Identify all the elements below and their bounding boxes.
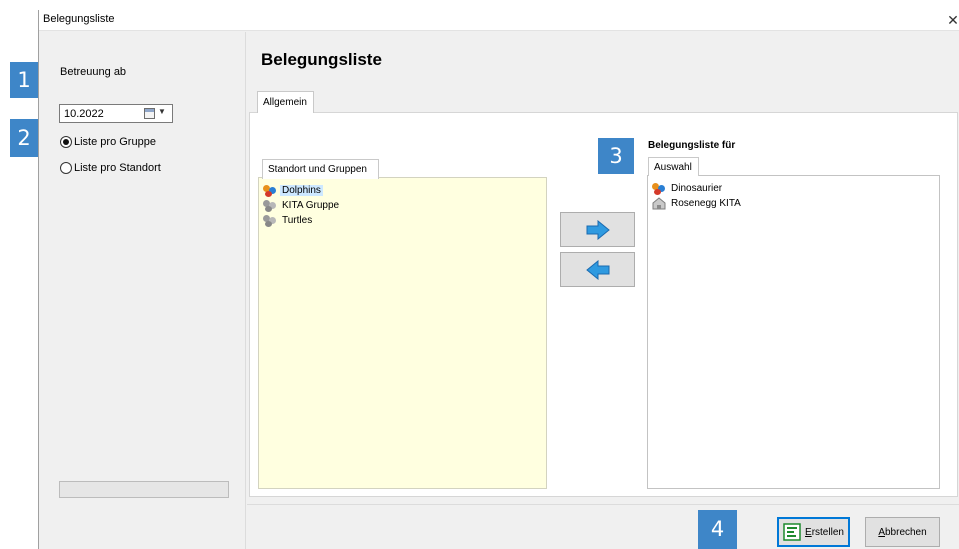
- location-house-icon: [652, 197, 666, 210]
- tab-auswahl[interactable]: Auswahl: [648, 157, 699, 176]
- list-item[interactable]: Turtles: [263, 213, 314, 228]
- dialog-window: Belegungsliste ✕ Betreuung ab 10.2022 ▼ …: [38, 10, 959, 549]
- group-gray-icon: [263, 214, 277, 227]
- radio-liste-pro-standort[interactable]: Liste pro Standort: [60, 162, 161, 174]
- list-item[interactable]: KITA Gruppe: [263, 198, 341, 213]
- group-gray-icon: [263, 199, 277, 212]
- radio-checked-icon[interactable]: [60, 136, 72, 148]
- cancel-button[interactable]: Abbrechen: [865, 517, 940, 547]
- badge-1: 1: [10, 62, 38, 98]
- cancel-label-rest: bbrechen: [884, 526, 927, 538]
- list-item[interactable]: Dinosaurier: [652, 181, 724, 196]
- list-item[interactable]: Dolphins: [263, 183, 323, 198]
- progress-bar: [59, 481, 229, 498]
- title-bar: Belegungsliste ✕: [39, 10, 959, 31]
- radio-unchecked-icon[interactable]: [60, 162, 72, 174]
- create-button[interactable]: Erstellen: [777, 517, 850, 547]
- badge-3: 3: [598, 138, 634, 174]
- list-item-label: Dinosaurier: [671, 183, 723, 194]
- radio-label: Liste pro Gruppe: [74, 136, 156, 148]
- date-value: 10.2022: [64, 108, 104, 120]
- list-item-label: Rosenegg KITA: [671, 198, 741, 209]
- move-right-button[interactable]: [560, 212, 635, 247]
- create-button-label: Erstellen: [805, 527, 844, 538]
- window-title: Belegungsliste: [43, 13, 115, 25]
- list-item[interactable]: Rosenegg KITA: [652, 196, 743, 211]
- page-title: Belegungsliste: [261, 50, 382, 69]
- list-item-label: Turtles: [282, 215, 313, 226]
- cancel-button-label: Abbrechen: [878, 527, 926, 538]
- chevron-down-icon[interactable]: ▼: [158, 107, 166, 116]
- source-list[interactable]: Dolphins KITA Gruppe Turtles: [258, 177, 547, 489]
- target-list[interactable]: Dinosaurier Rosenegg KITA: [647, 175, 940, 489]
- radio-label: Liste pro Standort: [74, 162, 161, 174]
- cancel-mnemonic: A: [878, 526, 885, 538]
- group-color-icon: [652, 182, 666, 195]
- target-list-title: Belegungsliste für: [648, 140, 736, 151]
- divider: [247, 504, 959, 505]
- arrow-right-icon: [586, 219, 610, 240]
- radio-liste-pro-gruppe[interactable]: Liste pro Gruppe: [60, 136, 156, 148]
- badge-4: 4: [698, 510, 737, 549]
- create-label-rest: rstellen: [811, 526, 844, 538]
- badge-2: 2: [10, 119, 38, 157]
- tab-allgemein[interactable]: Allgemein: [257, 91, 314, 113]
- calendar-icon[interactable]: [144, 108, 155, 119]
- date-picker[interactable]: 10.2022 ▼: [59, 104, 173, 123]
- main-pane: Belegungsliste Allgemein Standort und Gr…: [247, 32, 959, 549]
- settings-pane: Betreuung ab 10.2022 ▼ Liste pro Gruppe …: [39, 32, 246, 549]
- create-mnemonic: E: [805, 526, 812, 538]
- arrow-left-icon: [585, 259, 609, 280]
- close-icon[interactable]: ✕: [946, 11, 959, 29]
- list-item-label: Dolphins: [280, 185, 323, 196]
- betreuung-label: Betreuung ab: [60, 66, 127, 78]
- move-left-button[interactable]: [560, 252, 635, 287]
- report-list-icon: [783, 523, 801, 541]
- tab-standort-gruppen[interactable]: Standort und Gruppen: [262, 159, 379, 179]
- list-item-label: KITA Gruppe: [282, 200, 340, 211]
- group-color-icon: [263, 184, 277, 197]
